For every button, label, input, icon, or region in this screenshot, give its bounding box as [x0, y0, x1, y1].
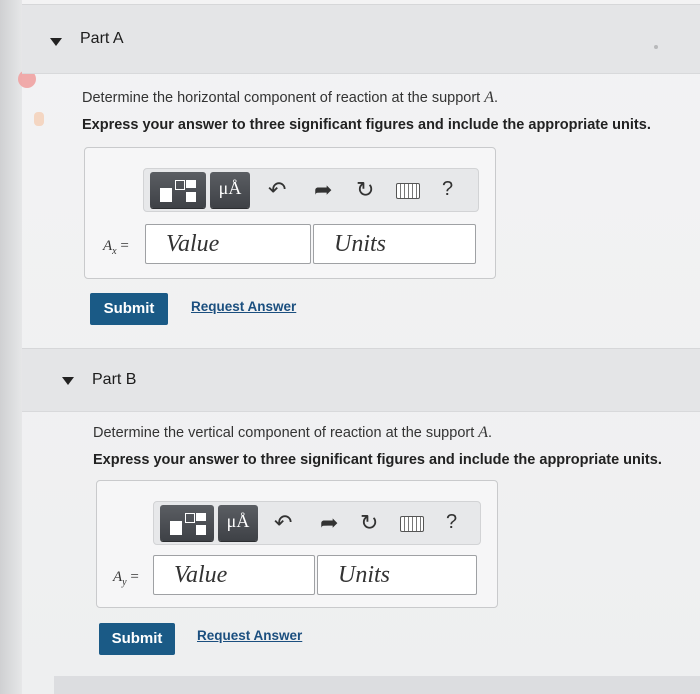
part-a-question: Determine the horizontal component of re… — [82, 89, 498, 107]
label-eq: = — [116, 238, 129, 254]
value-input[interactable]: Value — [153, 555, 315, 595]
question-period: . — [494, 90, 499, 106]
undo-icon[interactable]: ↶ — [268, 179, 286, 201]
support-variable: A — [484, 89, 494, 106]
templates-icon-part — [196, 513, 206, 521]
question-text: Determine the horizontal component of re… — [82, 90, 485, 106]
templates-button[interactable] — [150, 172, 206, 208]
support-variable: A — [478, 424, 489, 441]
caret-down-icon[interactable] — [50, 38, 62, 46]
help-icon[interactable]: ? — [446, 511, 457, 534]
part-a-instruction: Express your answer to three significant… — [82, 117, 651, 133]
units-input[interactable]: Units — [313, 224, 476, 264]
part-a-header[interactable]: Part A — [22, 4, 700, 74]
templates-icon-part — [186, 180, 196, 188]
part-b-instruction: Express your answer to three significant… — [93, 452, 662, 468]
part-b-answer-box: μÅ ↶ ➦ ↻ ? Ay = Value Units — [96, 480, 498, 608]
ax-label: Ax = — [103, 238, 129, 257]
reset-icon[interactable]: ↻ — [360, 512, 378, 534]
part-a-answer-box: μÅ ↶ ➦ ↻ ? Ax = Value Units — [84, 147, 496, 279]
part-b-header[interactable]: Part B — [22, 348, 700, 412]
units-button[interactable]: μÅ — [218, 505, 258, 541]
question-text: Determine the vertical component of reac… — [93, 425, 479, 441]
help-icon[interactable]: ? — [442, 178, 453, 201]
left-rail — [0, 0, 22, 694]
submit-button[interactable]: Submit — [90, 293, 168, 325]
redo-icon[interactable]: ➦ — [320, 512, 338, 534]
label-var: A — [113, 569, 123, 585]
units-input[interactable]: Units — [317, 555, 477, 595]
templates-button[interactable] — [160, 505, 214, 541]
templates-icon-box — [175, 180, 185, 190]
question-period: . — [488, 425, 493, 441]
units-button[interactable]: μÅ — [210, 172, 250, 208]
templates-icon — [170, 521, 182, 535]
next-section-strip — [54, 676, 700, 694]
label-eq: = — [126, 569, 139, 585]
redo-icon[interactable]: ➦ — [314, 179, 332, 201]
math-toolbar: μÅ ↶ ➦ ↻ ? — [153, 501, 481, 545]
math-toolbar: μÅ ↶ ➦ ↻ ? — [143, 168, 479, 212]
submit-button[interactable]: Submit — [99, 623, 175, 655]
header-dot — [654, 45, 658, 49]
templates-icon-box — [185, 513, 195, 523]
reset-icon[interactable]: ↻ — [356, 179, 374, 201]
keyboard-icon[interactable] — [400, 516, 424, 532]
rail-marker — [34, 112, 44, 126]
request-answer-link[interactable]: Request Answer — [197, 628, 302, 643]
mu-angstrom-icon: μÅ — [218, 178, 242, 198]
part-b-title: Part B — [92, 371, 137, 388]
templates-icon — [160, 188, 172, 202]
part-b-question: Determine the vertical component of reac… — [93, 424, 492, 442]
templates-icon-part2 — [186, 192, 196, 202]
page: Part A Determine the horizontal componen… — [0, 0, 700, 694]
request-answer-link[interactable]: Request Answer — [191, 299, 296, 314]
value-input[interactable]: Value — [145, 224, 311, 264]
keyboard-icon[interactable] — [396, 183, 420, 199]
ay-label: Ay = — [113, 569, 139, 588]
label-var: A — [103, 238, 113, 254]
templates-icon-part2 — [196, 525, 206, 535]
caret-down-icon[interactable] — [62, 377, 74, 385]
part-a-title: Part A — [80, 30, 124, 47]
undo-icon[interactable]: ↶ — [274, 512, 292, 534]
mu-angstrom-icon: μÅ — [226, 511, 250, 531]
